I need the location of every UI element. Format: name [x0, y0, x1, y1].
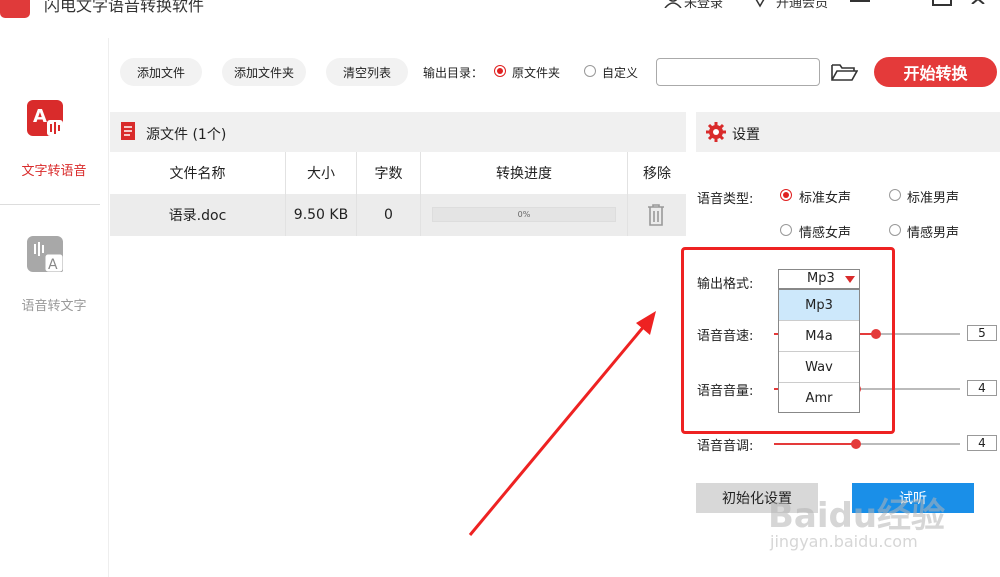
annotation-arrow: [468, 311, 656, 536]
option-custom[interactable]: 自定义: [602, 64, 638, 81]
column-divider: [627, 152, 628, 236]
pitch-slider-thumb[interactable]: [851, 439, 861, 449]
trash-icon[interactable]: [647, 204, 665, 226]
vip-link[interactable]: 开通会员: [776, 0, 828, 11]
output-dir-label: 输出目录：: [423, 66, 484, 80]
text-to-speech-icon[interactable]: A: [27, 100, 63, 136]
voice-standard-male[interactable]: 标准男声: [907, 187, 959, 206]
output-dir-input[interactable]: [656, 58, 820, 86]
diamond-icon: [755, 0, 765, 8]
document-icon: [121, 122, 135, 140]
maximize-icon[interactable]: [932, 0, 952, 6]
add-file-button[interactable]: 添加文件: [120, 58, 202, 86]
clear-list-button[interactable]: 清空列表: [326, 58, 408, 86]
col-progress: 转换进度: [496, 166, 552, 182]
option-source-folder[interactable]: 原文件夹: [512, 64, 560, 81]
col-remove: 移除: [643, 166, 671, 182]
start-convert-button[interactable]: 开始转换: [874, 57, 997, 87]
voice-standard-female[interactable]: 标准女声: [799, 187, 851, 206]
column-divider: [356, 152, 357, 236]
progress-bar: 0%: [432, 207, 616, 222]
pitch-label: 语音音调:: [697, 439, 754, 454]
column-divider: [420, 152, 421, 236]
pitch-slider-fill: [774, 443, 856, 445]
menu-icon[interactable]: [850, 0, 870, 2]
app-title: 闪电文字语音转换软件: [44, 0, 205, 15]
col-size: 大小: [307, 166, 335, 182]
app-logo: [0, 0, 30, 18]
voice-emotional-male[interactable]: 情感男声: [907, 222, 959, 241]
speech-to-text-icon[interactable]: A: [27, 236, 64, 273]
col-filename: 文件名称: [169, 166, 226, 182]
svg-text:A: A: [48, 257, 58, 272]
radio-custom[interactable]: [584, 65, 596, 77]
nav-item-speech-to-text[interactable]: 语音转文字: [0, 295, 108, 314]
nav-item-text-to-speech[interactable]: 文字转语音: [0, 160, 108, 179]
pitch-value[interactable]: 4: [967, 435, 997, 451]
source-files-title: 源文件 (1个): [146, 127, 227, 143]
file-size: 9.50 KB: [293, 207, 349, 223]
voice-emotional-female[interactable]: 情感女声: [799, 222, 851, 241]
svg-text:A: A: [33, 106, 47, 127]
column-divider: [285, 152, 286, 236]
col-words: 字数: [374, 166, 403, 182]
radio-voice-standard-male[interactable]: [889, 189, 901, 201]
radio-voice-emotional-male[interactable]: [889, 224, 901, 236]
radio-voice-standard-female[interactable]: [780, 189, 792, 201]
volume-value[interactable]: 4: [967, 380, 997, 396]
voice-type-label: 语音类型:: [697, 192, 754, 207]
file-words: 0: [384, 207, 393, 223]
close-icon[interactable]: [970, 0, 986, 4]
watermark-url: jingyan.baidu.com: [770, 532, 918, 551]
watermark-brand: Baidu经验: [768, 496, 946, 536]
login-link[interactable]: 未登录: [684, 0, 723, 11]
settings-title: 设置: [732, 127, 760, 143]
folder-open-icon[interactable]: [830, 62, 858, 82]
gear-icon: [706, 122, 726, 142]
user-icon[interactable]: [664, 0, 682, 8]
radio-voice-emotional-female[interactable]: [780, 224, 792, 236]
add-folder-button[interactable]: 添加文件夹: [222, 58, 306, 86]
file-name: 语录.doc: [168, 208, 227, 224]
nav-divider: [0, 204, 100, 205]
highlight-box: [681, 247, 895, 434]
speed-value[interactable]: 5: [967, 325, 997, 341]
radio-source-folder[interactable]: [494, 65, 506, 77]
